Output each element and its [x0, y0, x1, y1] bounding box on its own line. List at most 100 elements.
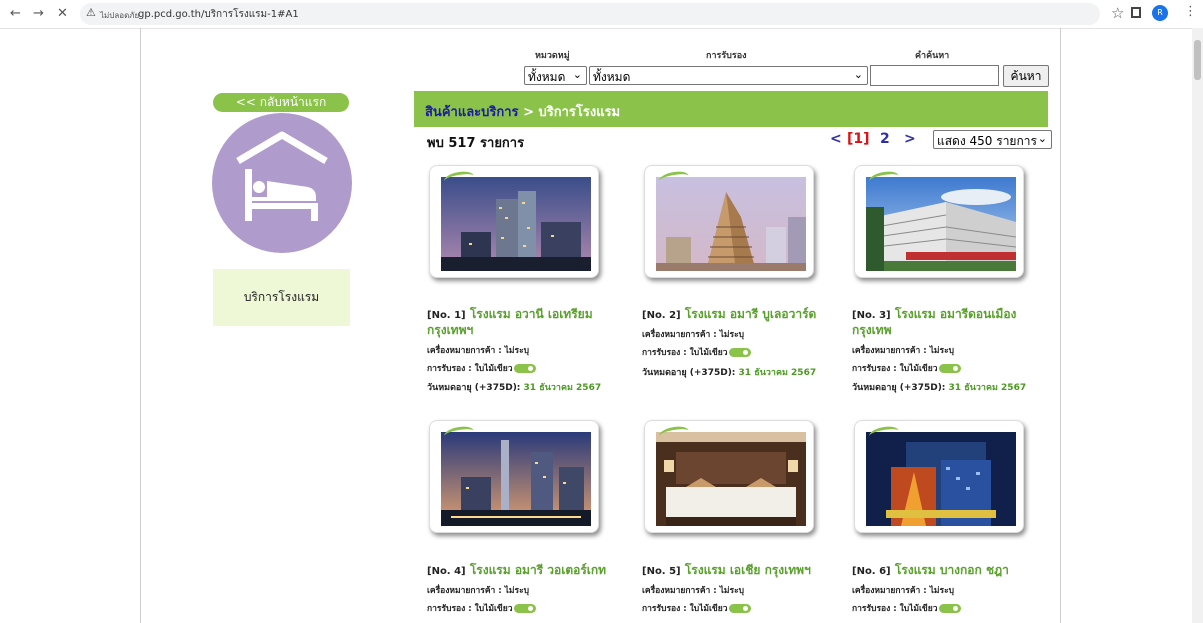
page-scrollbar[interactable] — [1192, 28, 1203, 623]
pager-next[interactable]: > — [904, 131, 916, 147]
url-text[interactable]: gp.pcd.go.th/บริการโรงแรม-1#A1 — [138, 7, 299, 22]
hotel-number-3: [No. 3] — [852, 310, 891, 321]
hotel-card-3[interactable] — [854, 165, 1024, 278]
result-count-prefix: พบ — [427, 136, 444, 151]
search-input[interactable] — [870, 65, 999, 86]
pager-prev[interactable]: < — [830, 131, 842, 147]
cert-2: การรับรอง : ใบไม้เขียว — [642, 345, 752, 359]
expire-1: วันหมดอายุ (+375D): 31 ธันวาคม 2567 — [427, 380, 601, 394]
pager-current[interactable]: [1] — [847, 131, 870, 147]
hotel-card-1[interactable] — [429, 165, 599, 278]
hotel-photo-6 — [866, 432, 1016, 526]
scrollbar-thumb[interactable] — [1194, 40, 1201, 80]
hotel-title-6[interactable]: [No. 6] โรงแรม บางกอก ชฎา — [852, 563, 1052, 579]
hotel-name-6[interactable]: โรงแรม บางกอก ชฎา — [895, 563, 1009, 577]
close-icon[interactable]: ✕ — [57, 6, 68, 21]
hotel-photo-4 — [441, 432, 591, 526]
chevron-down-icon: ⌄ — [572, 68, 582, 81]
browser-toolbar: ← → ✕ ⚠ ไม่ปลอดภัย gp.pcd.go.th/บริการโร… — [0, 0, 1203, 29]
hotel-number-1: [No. 1] — [427, 310, 466, 321]
hotel-title-3[interactable]: [No. 3] โรงแรม อมารีดอนเมือง กรุงเทพ — [852, 307, 1052, 338]
expire-2: วันหมดอายุ (+375D): 31 ธันวาคม 2567 — [642, 365, 816, 379]
cert-5: การรับรอง : ใบไม้เขียว — [642, 601, 752, 615]
cert-6: การรับรอง : ใบไม้เขียว — [852, 601, 962, 615]
trademark-5: เครื่องหมายการค้า : ไม่ระบุ — [642, 586, 745, 596]
pager-page-2[interactable]: 2 — [880, 131, 890, 147]
cert-text-2: การรับรอง : ใบไม้เขียว — [642, 348, 728, 358]
green-leaf-badge-icon — [729, 604, 752, 613]
cert-text-1: การรับรอง : ใบไม้เขียว — [427, 364, 513, 374]
expire-date-3: 31 ธันวาคม 2567 — [948, 383, 1027, 393]
green-leaf-badge-icon — [939, 604, 962, 613]
bookmark-star-icon[interactable]: ☆ — [1111, 4, 1124, 22]
bed-house-icon — [236, 131, 328, 221]
expire-label-3: วันหมดอายุ (+375D): — [852, 383, 946, 393]
category-filter-label: หมวดหมู่ — [535, 51, 570, 61]
cert-1: การรับรอง : ใบไม้เขียว — [427, 361, 537, 375]
side-panel-icon[interactable] — [1131, 7, 1141, 18]
breadcrumb-separator: > — [518, 105, 539, 120]
forward-arrow-icon[interactable]: → — [33, 6, 44, 21]
address-bar[interactable]: ⚠ ไม่ปลอดภัย gp.pcd.go.th/บริการโรงแรม-1… — [80, 3, 1100, 25]
category-select-value: ทั้งหมด — [528, 70, 566, 84]
menu-kebab-icon[interactable]: ⋮ — [1184, 4, 1197, 19]
profile-avatar-icon[interactable]: R — [1152, 5, 1168, 21]
hotel-card-5[interactable] — [644, 420, 814, 533]
hotel-number-2: [No. 2] — [642, 310, 681, 321]
hotel-category-icon — [212, 113, 352, 253]
hotel-title-1[interactable]: [No. 1] โรงแรม อวานี เอเทรียม กรุงเทพฯ — [427, 307, 627, 338]
cert-4: การรับรอง : ใบไม้เขียว — [427, 601, 537, 615]
expire-label-2: วันหมดอายุ (+375D): — [642, 368, 736, 378]
hotel-photo-5 — [656, 432, 806, 526]
cert-select-value: ทั้งหมด — [593, 70, 631, 84]
search-label: คำค้นหา — [915, 51, 950, 61]
hotel-title-2[interactable]: [No. 2] โรงแรม อมารี บูเลอวาร์ด — [642, 307, 842, 323]
green-leaf-badge-icon — [729, 348, 752, 357]
hotel-title-5[interactable]: [No. 5] โรงแรม เอเชีย กรุงเทพฯ — [642, 563, 842, 579]
hotel-name-2[interactable]: โรงแรม อมารี บูเลอวาร์ด — [685, 307, 817, 321]
hotel-card-6[interactable] — [854, 420, 1024, 533]
hotel-number-4: [No. 4] — [427, 566, 466, 577]
chevron-down-icon: ⌄ — [1037, 132, 1047, 145]
hotel-name-5[interactable]: โรงแรม เอเชีย กรุงเทพฯ — [685, 563, 811, 577]
breadcrumb: สินค้าและบริการ > บริการโรงแรม — [414, 91, 1048, 127]
sidebar-category-hotel[interactable]: บริการโรงแรม — [213, 269, 350, 326]
hotel-photo-2 — [656, 177, 806, 271]
breadcrumb-root-link[interactable]: สินค้าและบริการ — [425, 105, 519, 120]
back-to-home-button[interactable]: << กลับหน้าแรก — [213, 93, 349, 112]
page-border-left — [140, 28, 141, 623]
expire-date-2: 31 ธันวาคม 2567 — [738, 368, 817, 378]
trademark-1: เครื่องหมายการค้า : ไม่ระบุ — [427, 346, 530, 356]
category-select[interactable]: ทั้งหมด ⌄ — [524, 66, 587, 85]
cert-text-3: การรับรอง : ใบไม้เขียว — [852, 364, 938, 374]
trademark-6: เครื่องหมายการค้า : ไม่ระบุ — [852, 586, 955, 596]
cert-text-4: การรับรอง : ใบไม้เขียว — [427, 604, 513, 614]
expire-3: วันหมดอายุ (+375D): 31 ธันวาคม 2567 — [852, 380, 1026, 394]
cert-filter-label: การรับรอง — [706, 51, 747, 61]
result-count: พบ 517 รายการ — [427, 132, 524, 153]
back-arrow-icon[interactable]: ← — [10, 6, 21, 21]
security-warning: ไม่ปลอดภัย — [100, 11, 140, 20]
hotel-card-4[interactable] — [429, 420, 599, 533]
per-page-value: แสดง 450 รายการ — [937, 134, 1037, 148]
per-page-select[interactable]: แสดง 450 รายการ ⌄ — [933, 130, 1052, 149]
trademark-4: เครื่องหมายการค้า : ไม่ระบุ — [427, 586, 530, 596]
chevron-down-icon: ⌄ — [853, 68, 863, 81]
page-border-right — [1060, 28, 1061, 623]
hotel-photo-3 — [866, 177, 1016, 271]
search-button[interactable]: ค้นหา — [1003, 65, 1049, 87]
cert-3: การรับรอง : ใบไม้เขียว — [852, 361, 962, 375]
expire-label-1: วันหมดอายุ (+375D): — [427, 383, 521, 393]
hotel-photo-1 — [441, 177, 591, 271]
hotel-name-4[interactable]: โรงแรม อมารี วอเตอร์เกท — [470, 563, 606, 577]
result-count-suffix: รายการ — [480, 136, 525, 151]
green-leaf-badge-icon — [514, 364, 537, 373]
expire-date-1: 31 ธันวาคม 2567 — [523, 383, 602, 393]
trademark-3: เครื่องหมายการค้า : ไม่ระบุ — [852, 346, 955, 356]
cert-select[interactable]: ทั้งหมด ⌄ — [589, 66, 868, 85]
hotel-number-6: [No. 6] — [852, 566, 891, 577]
result-count-number: 517 — [448, 136, 476, 151]
hotel-card-2[interactable] — [644, 165, 814, 278]
warning-icon: ⚠ — [86, 6, 96, 19]
hotel-title-4[interactable]: [No. 4] โรงแรม อมารี วอเตอร์เกท — [427, 563, 647, 579]
